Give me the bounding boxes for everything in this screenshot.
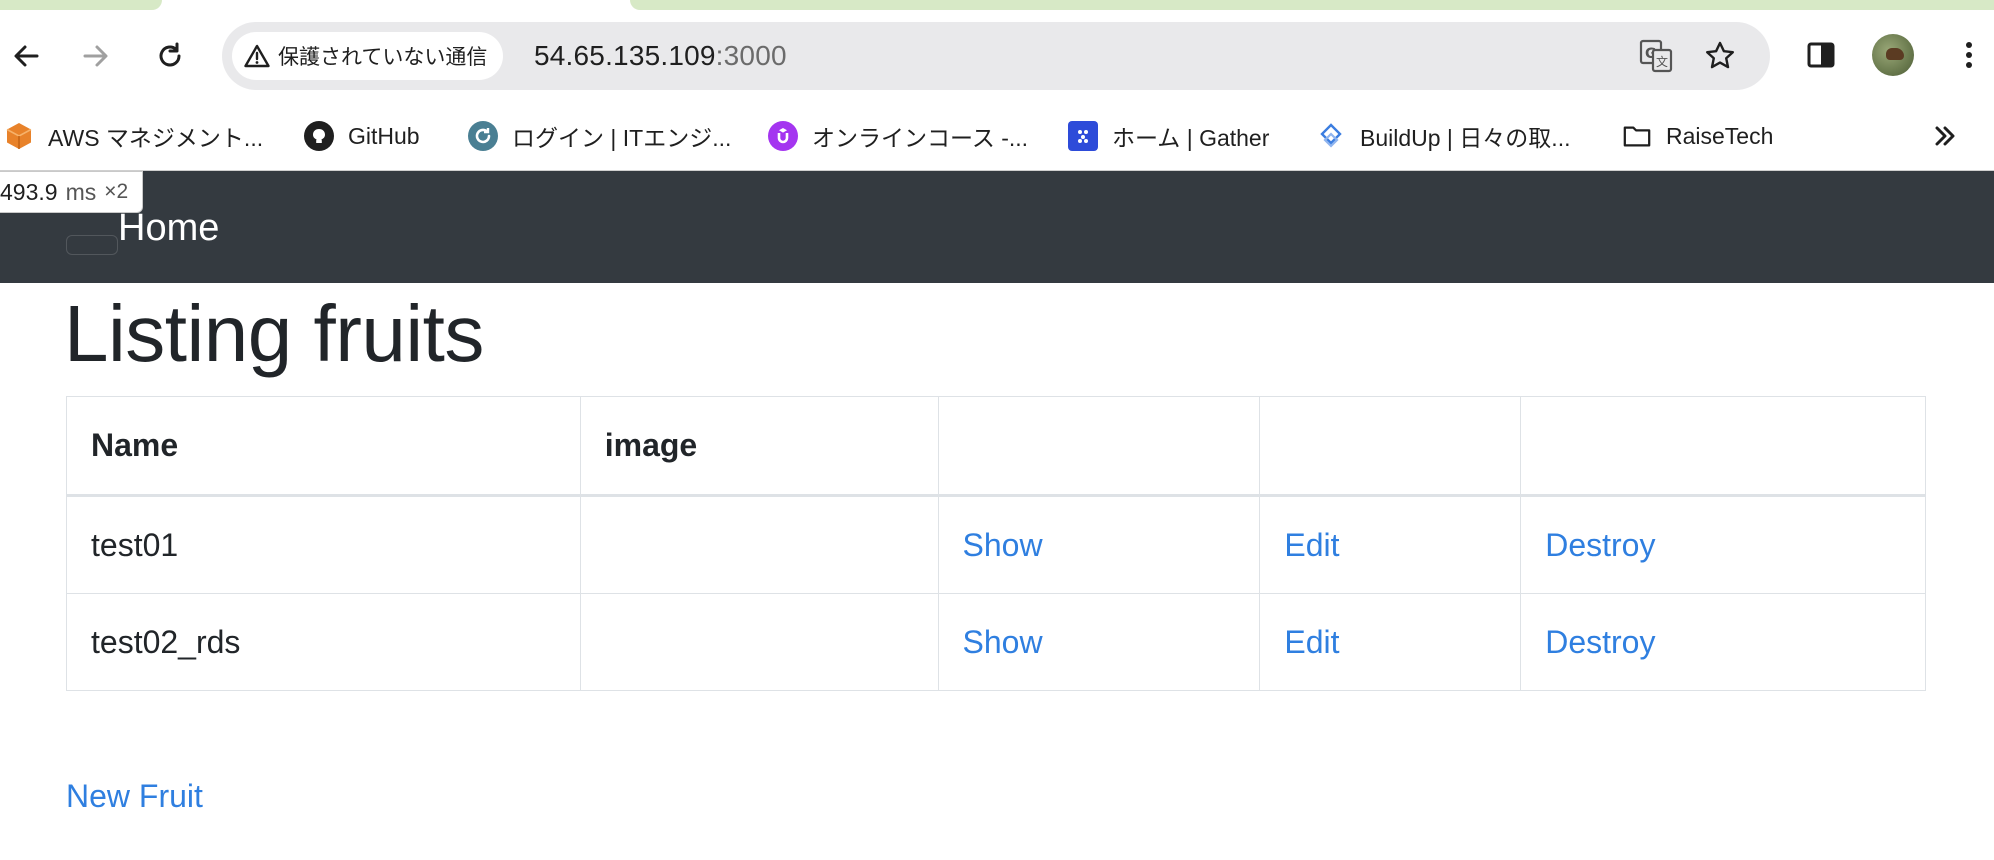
table-row: test02_rds Show Edit Destroy: [66, 593, 1926, 691]
column-header-edit: [1259, 396, 1522, 497]
bookmark-udemy[interactable]: オンラインコース -...: [768, 116, 1028, 156]
navbar-toggler-button[interactable]: [66, 235, 118, 255]
profile-avatar[interactable]: [1872, 34, 1914, 76]
browser-toolbar: 保護されていない通信 54.65.135.109:3000 G文: [0, 10, 1994, 102]
bookmark-github[interactable]: GitHub: [304, 116, 420, 156]
show-link[interactable]: Show: [963, 624, 1043, 660]
gather-icon: [1068, 121, 1098, 151]
security-indicator[interactable]: 保護されていない通信: [232, 32, 504, 80]
bookmark-label: オンラインコース -...: [812, 125, 1029, 151]
show-link[interactable]: Show: [963, 527, 1043, 563]
browser-menu-button[interactable]: [1946, 32, 1992, 78]
fruits-table: Name image test01 Show Edit Destroy test…: [66, 396, 1926, 691]
bookmark-label: ホーム | Gather: [1112, 125, 1270, 151]
udemy-icon: [768, 121, 798, 151]
bookmarks-overflow-button[interactable]: [1932, 116, 1958, 156]
url-text[interactable]: 54.65.135.109:3000: [534, 40, 787, 72]
more-vert-icon: [1966, 42, 1972, 68]
inactive-tab-right[interactable]: [630, 0, 1994, 10]
forward-arrow-icon: [83, 45, 108, 67]
tab-strip: [0, 0, 1994, 10]
column-header-name: Name: [66, 396, 581, 497]
nav-home-link[interactable]: Home: [118, 207, 219, 250]
edit-cell: Edit: [1259, 593, 1522, 691]
destroy-link[interactable]: Destroy: [1545, 527, 1655, 563]
bookmarks-bar: AWS マネジメント... GitHub ログイン | ITエンジ... オンラ…: [0, 102, 1994, 171]
bookmark-label: ログイン | ITエンジ...: [512, 125, 732, 151]
fruit-image-cell: [579, 495, 939, 594]
destroy-link[interactable]: Destroy: [1545, 624, 1655, 660]
bookmark-label: GitHub: [348, 122, 420, 149]
show-cell: Show: [937, 495, 1261, 594]
edit-cell: Edit: [1259, 495, 1522, 594]
translate-icon: G文: [1639, 39, 1673, 73]
perf-value: 493.9: [0, 178, 58, 205]
bookmark-raisetech-folder[interactable]: RaiseTech: [1622, 116, 1773, 156]
perf-multiplier: ×2: [104, 180, 129, 203]
star-icon: [1706, 41, 1734, 69]
edit-link[interactable]: Edit: [1284, 624, 1339, 660]
new-fruit-link[interactable]: New Fruit: [66, 778, 203, 815]
reload-button[interactable]: [148, 34, 192, 78]
reload-icon: [159, 42, 181, 67]
bookmark-gather[interactable]: ホーム | Gather: [1068, 116, 1269, 156]
warning-triangle-icon: [244, 44, 270, 68]
page-title: Listing fruits: [64, 289, 484, 378]
destroy-cell: Destroy: [1520, 495, 1926, 594]
fruit-name-cell: test01: [66, 495, 581, 594]
aws-cube-icon: [4, 121, 34, 151]
forward-button[interactable]: [74, 34, 118, 78]
security-label: 保護されていない通信: [278, 46, 488, 69]
back-arrow-icon: [14, 45, 39, 67]
column-header-show: [937, 396, 1261, 497]
url-host: 54.65.135.109: [534, 40, 716, 71]
double-chevron-right-icon: [1935, 126, 1955, 146]
bookmark-it-engineer[interactable]: ログイン | ITエンジ...: [468, 116, 731, 156]
edit-link[interactable]: Edit: [1284, 527, 1339, 563]
translate-button[interactable]: G文: [1636, 36, 1676, 76]
show-cell: Show: [937, 593, 1261, 691]
fruit-name-cell: test02_rds: [66, 593, 581, 691]
bookmark-buildup[interactable]: BuildUp | 日々の取...: [1316, 116, 1570, 156]
bookmark-label: RaiseTech: [1666, 122, 1774, 149]
url-port: :3000: [715, 40, 787, 71]
bookmark-star-button[interactable]: [1700, 36, 1740, 76]
column-header-image: image: [579, 396, 939, 497]
svg-text:文: 文: [1656, 54, 1668, 69]
inactive-tab-left[interactable]: [0, 0, 162, 10]
address-bar[interactable]: 保護されていない通信 54.65.135.109:3000 G文: [222, 22, 1770, 90]
performance-overlay: 493.9 ms ×2: [0, 171, 144, 213]
side-panel-button[interactable]: [1798, 32, 1844, 78]
buildup-icon: [1316, 121, 1346, 151]
app-navbar: Home: [0, 171, 1994, 283]
bookmark-label: BuildUp | 日々の取...: [1360, 125, 1571, 151]
fruit-image-cell: [579, 593, 939, 691]
perf-unit: ms: [65, 178, 97, 205]
bookmark-label: AWS マネジメント...: [48, 125, 264, 151]
table-row: test01 Show Edit Destroy: [66, 495, 1926, 594]
column-header-destroy: [1520, 396, 1926, 497]
destroy-cell: Destroy: [1520, 593, 1926, 691]
bookmark-aws[interactable]: AWS マネジメント...: [4, 116, 263, 156]
side-panel-icon: [1807, 42, 1835, 68]
refresh-circle-icon: [468, 121, 498, 151]
github-icon: [304, 121, 334, 151]
back-button[interactable]: [4, 34, 48, 78]
folder-icon: [1622, 121, 1652, 151]
table-header-row: Name image: [66, 396, 1926, 497]
